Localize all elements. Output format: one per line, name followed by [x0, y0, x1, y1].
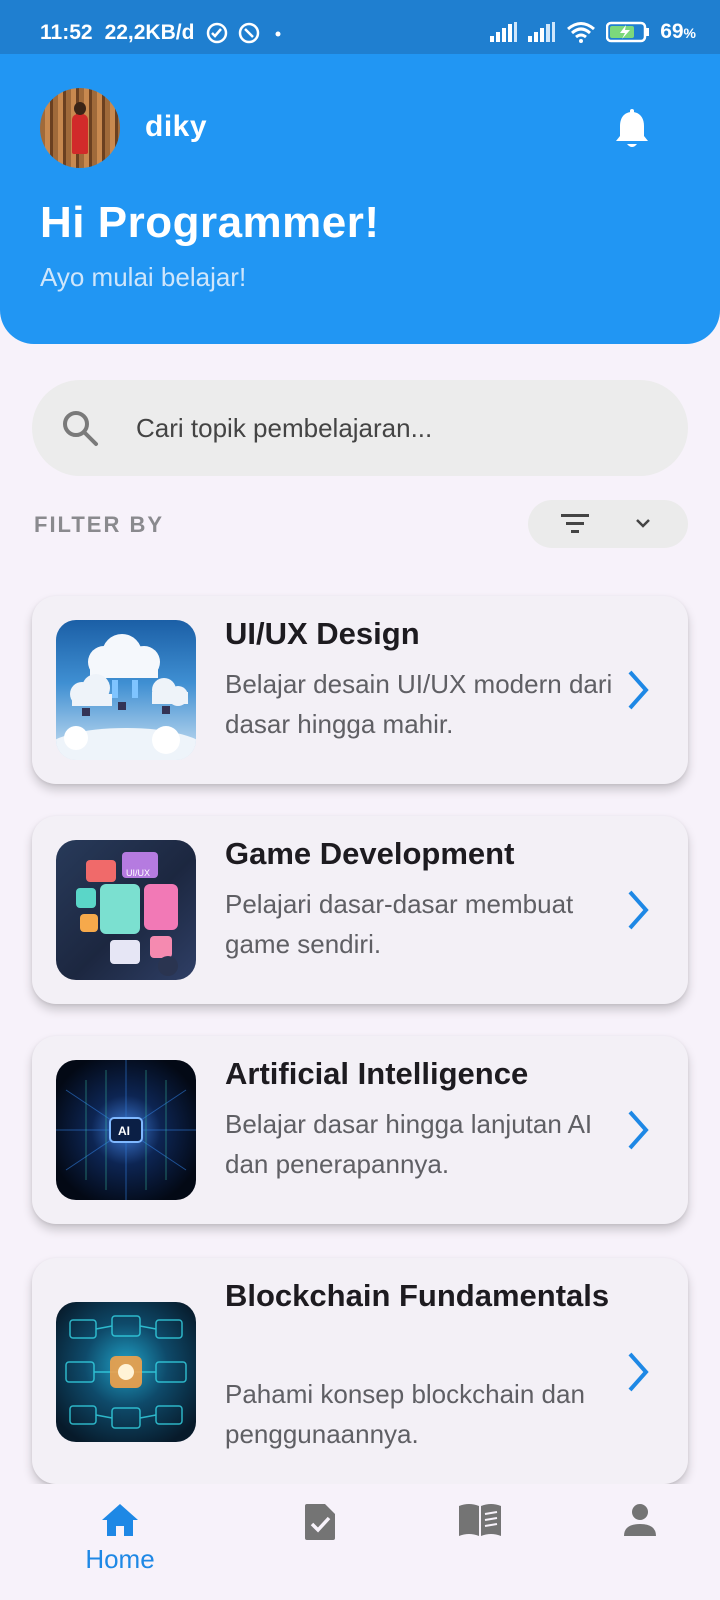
home-icon [102, 1504, 138, 1536]
search-bar[interactable] [32, 380, 688, 476]
thumbnail-label: AI [118, 1124, 130, 1138]
ai-chip-illustration: AI [56, 1060, 196, 1200]
topic-description: Pelajari dasar-dasar membuat game sendir… [225, 889, 574, 959]
topic-title: Blockchain Fundamentals [225, 1278, 610, 1313]
username: diky [145, 110, 208, 143]
search-input[interactable] [136, 408, 656, 448]
notification-bell-icon[interactable] [612, 108, 652, 152]
notification-dot-icon [275, 31, 281, 37]
search-icon [63, 411, 98, 446]
battery-level: 69 [660, 20, 684, 43]
profile-icon [624, 1504, 656, 1536]
chevron-right-icon [628, 1110, 649, 1150]
chevron-right-icon [628, 890, 649, 930]
nav-item-profile[interactable] [590, 1502, 690, 1538]
topic-title: UI/UX Design [225, 616, 420, 651]
page-title: Hi Programmer! [40, 198, 380, 247]
topic-thumbnail: UI/UX [56, 840, 196, 980]
chevron-down-icon [636, 519, 650, 528]
status-time: 11:52 [40, 21, 93, 44]
battery-unit: % [683, 25, 696, 41]
book-icon [459, 1504, 501, 1536]
topic-thumbnail [56, 620, 196, 760]
signal-1-icon [490, 22, 518, 42]
topic-description: Pahami konsep blockchain dan penggunaann… [225, 1379, 585, 1449]
topic-description: Belajar dasar hingga lanjutan AI dan pen… [225, 1109, 593, 1179]
filter-label: FILTER BY [34, 512, 165, 537]
nav-label-home: Home [85, 1544, 155, 1574]
topic-card-artificial-intelligence[interactable]: AI Artificial Intelligence Belajar dasar… [32, 1036, 688, 1224]
topic-title: Artificial Intelligence [225, 1056, 529, 1091]
thumbnail-label: UI/UX [126, 868, 150, 878]
topic-card-game-development[interactable]: UI/UX Game Development Pelajari dasar-da… [32, 816, 688, 1004]
status-network-speed: 22,2KB/d [104, 21, 195, 44]
topic-thumbnail [56, 1302, 196, 1442]
bottom-navigation: Home [0, 1484, 720, 1600]
filter-icon [561, 514, 589, 533]
nav-item-home[interactable]: Home [70, 1502, 170, 1575]
cloud-illustration [56, 634, 196, 760]
status-bar: 11:52 22,2KB/d 69% [0, 0, 720, 54]
topic-thumbnail: AI [56, 1060, 196, 1200]
nav-item-courses[interactable] [430, 1502, 530, 1538]
topic-card-blockchain-fundamentals[interactable]: Blockchain Fundamentals Pahami konsep bl… [32, 1258, 688, 1484]
filter-dropdown[interactable] [528, 500, 688, 548]
avatar[interactable] [40, 88, 120, 168]
page-subtitle: Ayo mulai belajar! [40, 262, 247, 292]
app-ui-illustration: UI/UX [76, 852, 178, 976]
wifi-icon [567, 22, 596, 43]
blockchain-illustration [65, 1315, 187, 1429]
sync-icon [207, 22, 228, 44]
topic-card-uiux[interactable]: UI/UX Design Belajar desain UI/UX modern… [32, 596, 688, 784]
chevron-right-icon [628, 670, 649, 710]
signal-2-icon [528, 22, 556, 42]
task-icon [305, 1504, 335, 1540]
topic-title: Game Development [225, 836, 515, 871]
data-saver-icon [239, 22, 260, 44]
battery-icon [606, 21, 650, 43]
nav-item-tasks[interactable] [270, 1502, 370, 1542]
topic-description: Belajar desain UI/UX modern dari dasar h… [225, 669, 613, 739]
chevron-right-icon [628, 1352, 649, 1392]
